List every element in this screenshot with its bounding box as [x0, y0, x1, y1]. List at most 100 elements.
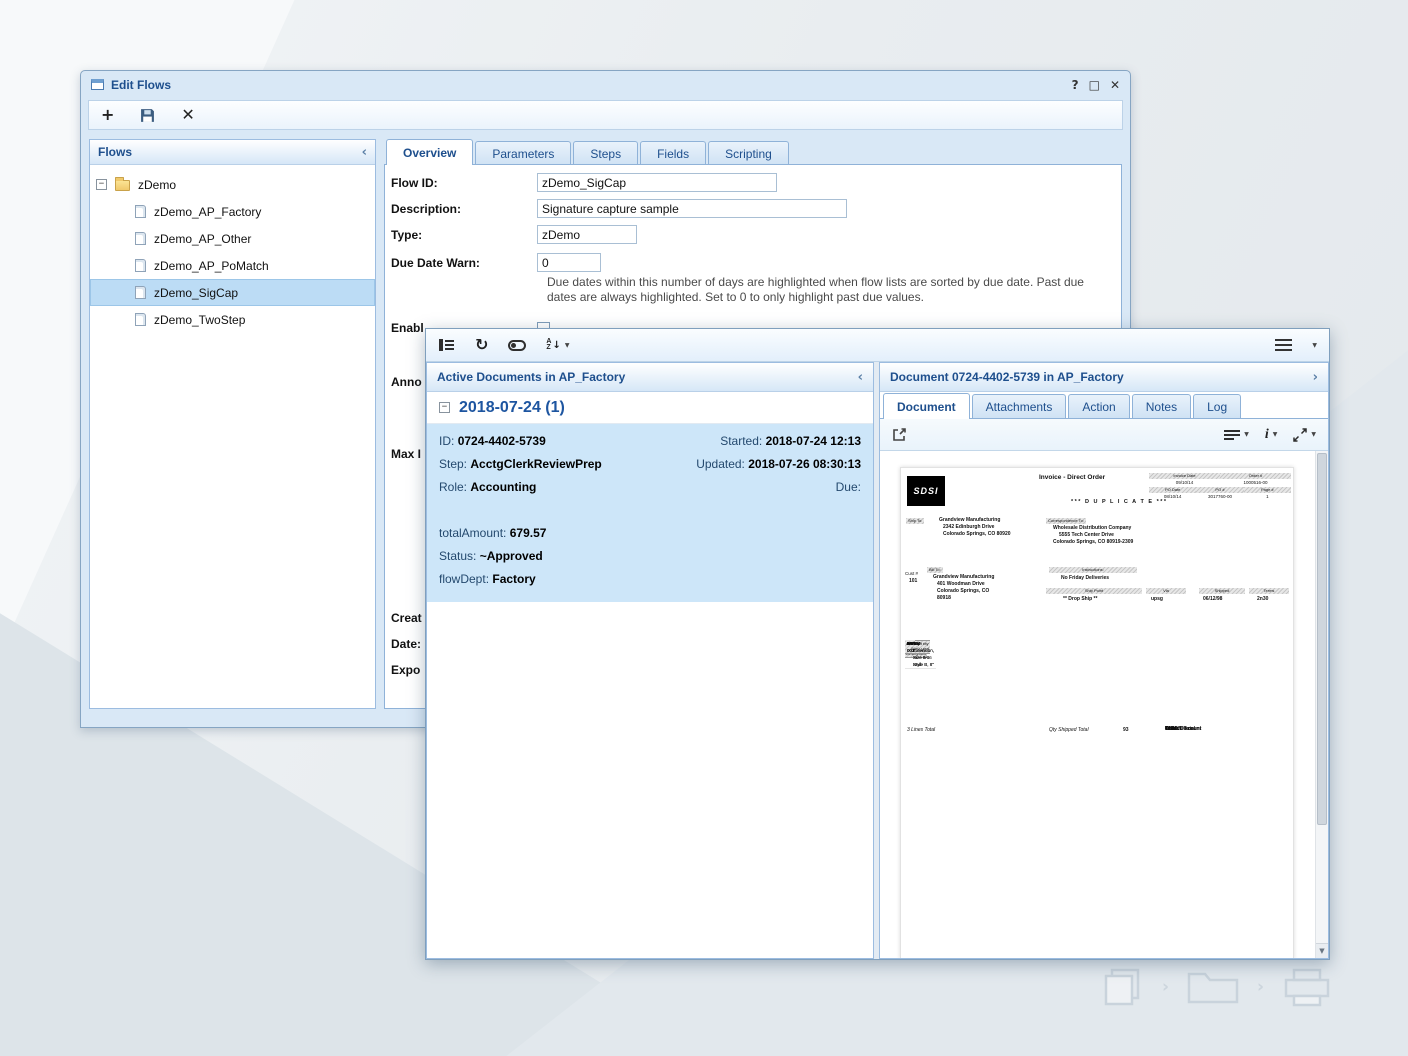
tree-node-label: zDemo_AP_Factory — [154, 205, 261, 219]
chevron-down-icon[interactable]: ▼ — [1312, 342, 1317, 349]
group-collapse-icon[interactable]: − — [439, 402, 450, 413]
tree-node-label: zDemo_AP_PoMatch — [154, 259, 269, 273]
tree-node-label: zDemo_AP_Other — [154, 232, 251, 246]
tree-node-ap-other[interactable]: zDemo_AP_Other — [90, 225, 375, 252]
doc-updated: Updated: 2018-07-26 08:30:13 — [696, 457, 861, 471]
duplicate-watermark: *** D U P L I C A T E *** — [1071, 499, 1201, 505]
tree-node-label: zDemo_SigCap — [154, 286, 238, 300]
active-documents-header: Active Documents in AP_Factory ‹ — [427, 363, 873, 392]
sort-button[interactable]: AZ ↓ ▼ — [546, 339, 569, 351]
tree-node-zdemo[interactable]: − zDemo — [90, 171, 375, 198]
save-flow-button[interactable] — [140, 108, 155, 123]
folder-outline-icon[interactable] — [1185, 966, 1241, 1008]
open-external-button[interactable] — [892, 427, 907, 442]
document-viewer-header: Document 0724-4402-5739 in AP_Factory › — [880, 363, 1328, 392]
doc-started: Started: 2018-07-24 12:13 — [720, 434, 861, 448]
tab-scripting[interactable]: Scripting — [708, 141, 789, 165]
scrollbar-thumb[interactable] — [1317, 453, 1327, 825]
tab-action[interactable]: Action — [1068, 394, 1129, 418]
info-icon: i — [1265, 427, 1269, 443]
chevron-down-icon: ▼ — [565, 342, 570, 349]
collapse-panel-icon[interactable]: ‹ — [362, 145, 367, 160]
doc-step: Step: AcctgClerkReviewPrep — [439, 457, 602, 471]
help-icon[interactable]: ? — [1072, 78, 1079, 92]
date-group-row[interactable]: − 2018-07-24 (1) — [427, 392, 873, 424]
due-date-warn-input[interactable] — [537, 253, 601, 272]
tab-steps[interactable]: Steps — [573, 141, 638, 165]
flows-panel-title: Flows — [98, 145, 132, 159]
invoice-preview: SDSI Invoice - Direct Order Invoice Date… — [900, 467, 1294, 958]
collapse-panel-icon[interactable]: ‹ — [858, 370, 863, 385]
flow-id-input[interactable] — [537, 173, 777, 192]
close-icon[interactable]: ✕ — [1110, 78, 1120, 92]
tab-overview[interactable]: Overview — [386, 139, 473, 165]
chevron-down-icon: ▼ — [1244, 431, 1249, 438]
tree-node-ap-pomatch[interactable]: zDemo_AP_PoMatch — [90, 252, 375, 279]
description-input[interactable] — [537, 199, 847, 218]
window-controls: ? □ ✕ — [1072, 78, 1120, 92]
toggle-view-button[interactable] — [508, 340, 526, 351]
maximize-icon[interactable]: □ — [1089, 78, 1100, 92]
flow-detail-tabs: Overview Parameters Steps Fields Scripti… — [384, 139, 1122, 165]
ship-to-label: Ship To: — [906, 518, 924, 524]
active-documents-panel: Active Documents in AP_Factory ‹ − 2018-… — [426, 362, 874, 959]
document-list-item[interactable]: ID: 0724-4402-5739 Started: 2018-07-24 1… — [427, 424, 873, 602]
tree-node-twostep[interactable]: zDemo_TwoStep — [90, 306, 375, 333]
created-label-clipped: Creat — [391, 611, 422, 625]
document-info-button[interactable]: i ▼ — [1265, 427, 1278, 443]
add-flow-button[interactable]: + — [101, 107, 114, 123]
fullscreen-button[interactable]: ▼ — [1293, 428, 1316, 442]
correspondence-label: Correspondence To: — [1046, 518, 1086, 524]
expand-icon — [1293, 428, 1307, 442]
flow-list-button[interactable] — [438, 338, 455, 352]
doc-flow-dept: flowDept: Factory — [439, 572, 536, 586]
delete-flow-button[interactable]: ✕ — [181, 107, 194, 123]
doc-role: Role: Accounting — [439, 480, 536, 494]
window-icon — [91, 79, 104, 90]
type-input[interactable] — [537, 225, 637, 244]
bottom-shortcuts: › › — [1100, 966, 1334, 1008]
document-viewer-panel: Document 0724-4402-5739 in AP_Factory › … — [879, 362, 1329, 959]
tree-node-ap-factory[interactable]: zDemo_AP_Factory — [90, 198, 375, 225]
date-label-clipped: Date: — [391, 637, 421, 651]
instructions-label: Instructions: — [1049, 567, 1137, 573]
printer-icon[interactable] — [1280, 966, 1334, 1008]
save-icon — [140, 108, 155, 123]
edit-flows-titlebar: Edit Flows ? □ ✕ — [81, 71, 1130, 98]
doc-status: Status: ~Approved — [439, 549, 543, 563]
annotation-label-clipped: Anno — [391, 375, 422, 389]
expand-panel-icon[interactable]: › — [1313, 370, 1318, 385]
scroll-down-button[interactable]: ▼ — [1316, 943, 1328, 958]
tab-parameters[interactable]: Parameters — [475, 141, 571, 165]
page-layout-button[interactable]: ▼ — [1224, 429, 1249, 441]
file-icon — [135, 205, 146, 218]
max-label-clipped: Max I — [391, 447, 421, 461]
chevron-down-icon: ▼ — [1273, 431, 1278, 438]
viewer-scrollbar[interactable]: ▼ — [1315, 451, 1328, 958]
refresh-button[interactable]: ↻ — [475, 337, 488, 353]
chevron-right-icon: › — [1162, 977, 1169, 997]
flows-tree: − zDemo zDemo_AP_Factory zDemo_AP_Other … — [90, 165, 375, 333]
tab-document[interactable]: Document — [883, 393, 970, 419]
tab-fields[interactable]: Fields — [640, 141, 706, 165]
tab-notes[interactable]: Notes — [1132, 394, 1191, 418]
refresh-icon: ↻ — [475, 337, 488, 353]
document-viewer: SDSI Invoice - Direct Order Invoice Date… — [880, 451, 1328, 958]
documents-window: ↻ AZ ↓ ▼ ▼ Active Documents in AP_Factor… — [425, 328, 1330, 960]
doc-total-amount: totalAmount: 679.57 — [439, 526, 546, 540]
tree-collapse-icon[interactable]: − — [96, 179, 107, 190]
window-title: Edit Flows — [111, 78, 171, 92]
toggle-icon — [508, 340, 526, 351]
flow-id-label: Flow ID: — [391, 176, 537, 190]
tab-log[interactable]: Log — [1193, 394, 1241, 418]
tree-node-sigcap-selected[interactable]: zDemo_SigCap — [90, 279, 375, 306]
menu-icon[interactable] — [1275, 339, 1292, 351]
tab-attachments[interactable]: Attachments — [972, 394, 1067, 418]
documents-toolbar: ↻ AZ ↓ ▼ ▼ — [426, 329, 1329, 362]
viewer-toolbar: ▼ i ▼ ▼ — [880, 419, 1328, 451]
tree-node-label: zDemo_TwoStep — [154, 313, 245, 327]
file-icon — [135, 286, 146, 299]
copy-pages-icon[interactable] — [1100, 966, 1146, 1008]
doc-id: ID: 0724-4402-5739 — [439, 434, 546, 448]
bill-to-label: Bill To: — [927, 567, 943, 573]
